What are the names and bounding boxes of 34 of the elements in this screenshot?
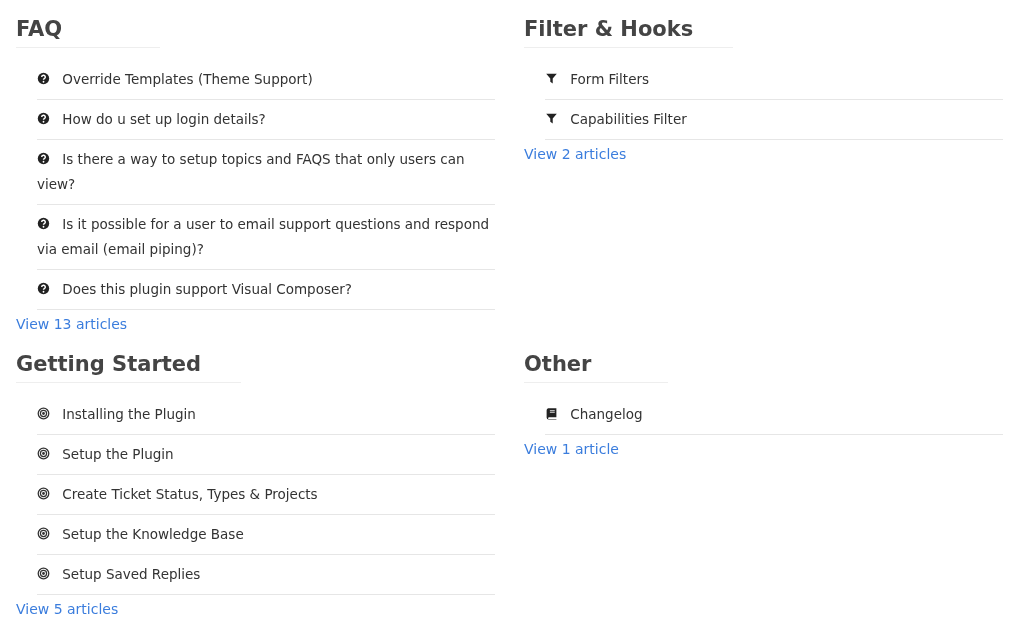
target-icon [37,447,50,460]
article-link[interactable]: Setup the Plugin [37,442,495,467]
question-icon [37,217,50,230]
article-link[interactable]: Override Templates (Theme Support) [37,67,495,92]
view-articles-link[interactable]: View 5 articles [16,601,119,617]
article-link[interactable]: Form Filters [545,67,1003,92]
section-heading: FAQ [16,17,160,48]
question-icon [37,152,50,165]
target-icon [37,487,50,500]
view-articles-link[interactable]: View 2 articles [524,146,627,162]
question-icon [37,72,50,85]
question-icon [37,112,50,125]
article-link[interactable]: Setup the Knowledge Base [37,522,495,547]
view-articles-link[interactable]: View 13 articles [16,316,128,332]
article-link[interactable]: Is it possible for a user to email support questions and respond via email (email piping)? [37,212,495,262]
book-icon [545,407,558,420]
section-heading: Other [524,352,668,383]
view-articles-link[interactable]: View 1 article [524,441,619,457]
target-icon [37,567,50,580]
question-icon [37,282,50,295]
target-icon [37,527,50,540]
article-link[interactable]: Does this plugin support Visual Composer? [37,277,495,302]
article-link[interactable]: How do u set up login details? [37,107,495,132]
article-link[interactable]: Create Ticket Status, Types & Projects [37,482,495,507]
article-link[interactable]: Installing the Plugin [37,402,495,427]
article-link[interactable]: Capabilities Filter [545,107,1003,132]
article-link[interactable]: Setup Saved Replies [37,562,495,587]
target-icon [37,407,50,420]
section-heading: Filter & Hooks [524,17,734,48]
section-heading: Getting Started [16,352,242,383]
filter-icon [545,112,558,125]
article-link[interactable]: Changelog [545,402,1003,427]
filter-icon [545,72,558,85]
article-link[interactable]: Is there a way to setup topics and FAQS that only users can view? [37,147,495,197]
